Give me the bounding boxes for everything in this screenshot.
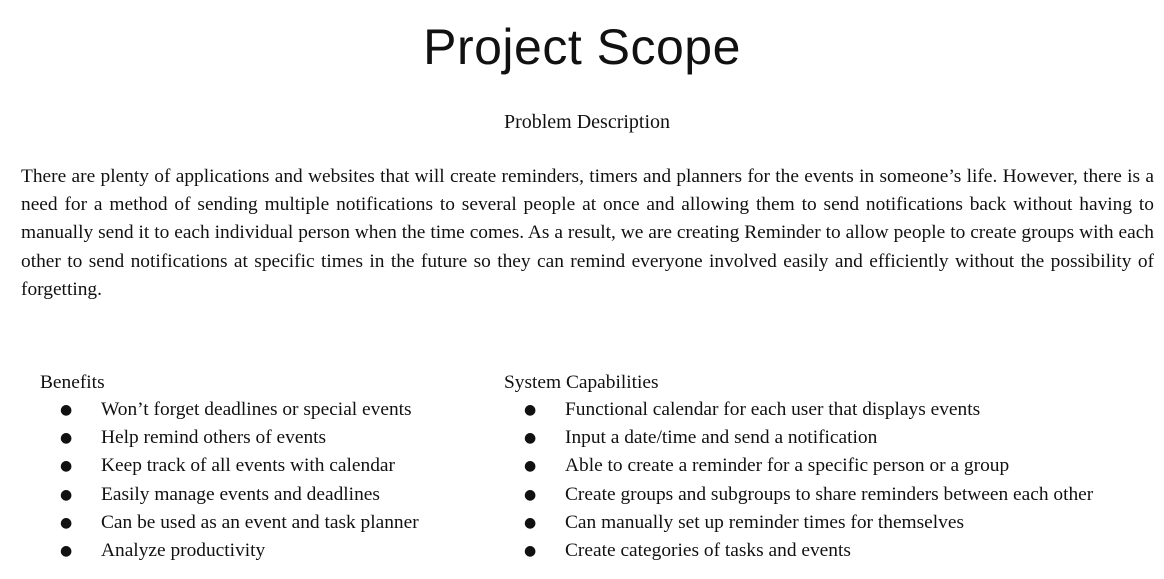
page-title: Project Scope — [423, 19, 741, 75]
list-item: ● Can be used as an event and task planne… — [40, 509, 480, 537]
bullet-icon: ● — [524, 458, 537, 475]
list-item-text: Can be used as an event and task planner — [101, 511, 419, 533]
list-item: ● Can manually set up reminder times for … — [504, 509, 1154, 537]
list-item-text: Keep track of all events with calendar — [101, 455, 395, 477]
bullet-icon: ● — [60, 430, 73, 447]
system-capabilities-section: System Capabilities ● Functional calendar… — [504, 369, 1154, 565]
list-item-text: Help remind others of events — [101, 427, 327, 449]
bullet-icon: ● — [60, 458, 73, 475]
list-item-text: Easily manage events and deadlines — [101, 483, 380, 505]
problem-description-paragraph: There are plenty of applications and web… — [21, 166, 1154, 300]
list-item: ● Create groups and subgroups to share re… — [504, 481, 1154, 509]
benefits-section: Benefits ● Won’t forget deadlines or spec… — [40, 369, 480, 565]
bullet-icon: ● — [60, 486, 73, 503]
bullet-icon: ● — [60, 514, 73, 531]
bullet-icon: ● — [524, 486, 537, 503]
list-item: ● Easily manage events and deadlines — [40, 481, 480, 509]
list-item: ● Input a date/time and send a notificati… — [504, 424, 1154, 452]
capabilities-heading: System Capabilities — [504, 372, 659, 393]
benefits-list: ● Won’t forget deadlines or special event… — [40, 396, 480, 565]
list-item-text: Can manually set up reminder times for t… — [565, 511, 965, 533]
list-item: ● Functional calendar for each user that … — [504, 396, 1154, 424]
bullet-icon: ● — [524, 542, 537, 559]
bullet-icon: ● — [524, 402, 537, 418]
document-page: Project Scope Problem Description There … — [0, 0, 1164, 579]
benefits-heading: Benefits — [40, 372, 105, 393]
bullet-icon: ● — [60, 542, 73, 559]
bullet-icon: ● — [524, 430, 537, 447]
list-item: ● Able to create a reminder for a specifi… — [504, 452, 1154, 480]
list-item-text: Input a date/time and send a notificatio… — [565, 427, 878, 449]
list-item-text: Able to create a reminder for a specific… — [565, 455, 1010, 477]
list-item-text: Create categories of tasks and events — [565, 539, 851, 561]
list-item-text: Analyze productivity — [101, 539, 266, 561]
bullet-icon: ● — [60, 402, 73, 418]
capabilities-list: ● Functional calendar for each user that … — [504, 396, 1154, 565]
list-item: ● Create categories of tasks and events — [504, 537, 1154, 565]
list-item-text: Won’t forget deadlines or special events — [101, 399, 412, 420]
list-item-text: Create groups and subgroups to share rem… — [565, 483, 1094, 505]
bullet-icon: ● — [524, 514, 537, 531]
list-item: ● Analyze productivity — [40, 537, 480, 565]
list-item: ● Won’t forget deadlines or special event… — [40, 396, 480, 424]
list-item: ● Keep track of all events with calendar — [40, 452, 480, 480]
section-subtitle: Problem Description — [503, 111, 671, 133]
list-item: ● Help remind others of events — [40, 424, 480, 452]
list-item-text: Functional calendar for each user that d… — [565, 399, 981, 420]
